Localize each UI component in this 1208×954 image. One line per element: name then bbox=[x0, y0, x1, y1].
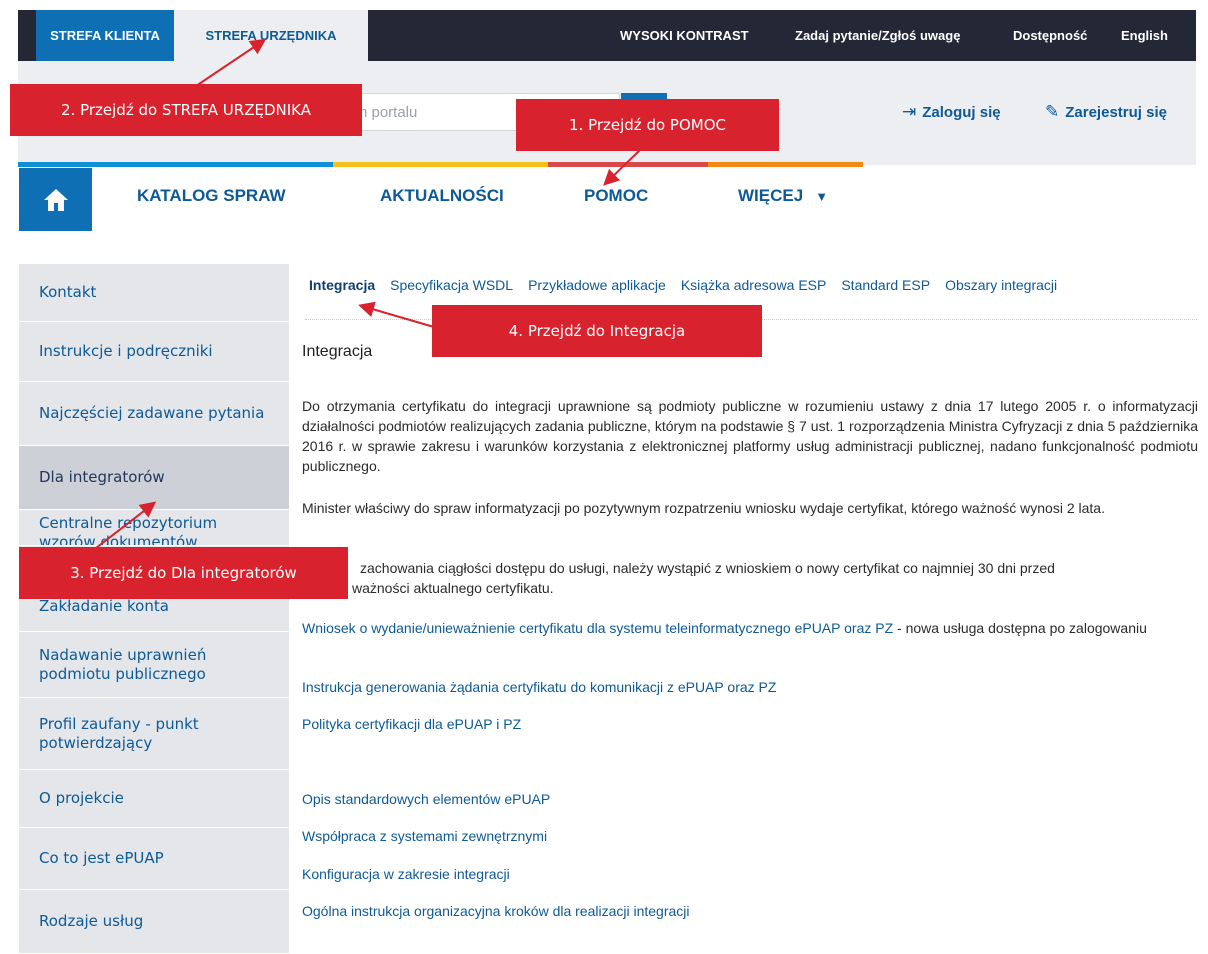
link-polityka-certyfikacji[interactable]: Polityka certyfikacji dla ePUAP i PZ bbox=[302, 714, 1198, 734]
color-stripe-blue bbox=[18, 162, 333, 167]
nav-katalog-spraw[interactable]: KATALOG SPRAW bbox=[137, 168, 286, 224]
sidebar-item-rodzaje-uslug[interactable]: Rodzaje usług bbox=[19, 890, 289, 954]
english-link[interactable]: English bbox=[1121, 10, 1168, 61]
sidebar-item-uprawnienia[interactable]: Nadawanie uprawnień podmiotu publicznego bbox=[19, 632, 289, 698]
register-link[interactable]: ✎ Zarejestruj się bbox=[1045, 98, 1167, 126]
link-wniosek-certyfikat[interactable]: Wniosek o wydanie/unieważnienie certyfik… bbox=[302, 618, 1198, 638]
sub-navigation: Integracja Specyfikacja WSDL Przykładowe a… bbox=[309, 277, 1072, 293]
home-icon bbox=[43, 188, 68, 211]
color-stripe-red bbox=[548, 162, 708, 167]
sidebar-item-repozytorium[interactable]: Centralne repozytorium wzorów dokumentów bbox=[19, 510, 289, 546]
sidebar-item-co-to-jest-epuap[interactable]: Co to jest ePUAP bbox=[19, 828, 289, 890]
paragraph-renewal-line1: zachowania ciągłości dostępu do usługi, … bbox=[360, 560, 1055, 576]
link-wniosek-label: Wniosek o wydanie/unieważnienie certyfik… bbox=[302, 620, 894, 636]
color-stripe-orange bbox=[708, 162, 863, 167]
sidebar-item-o-projekcie[interactable]: O projekcie bbox=[19, 770, 289, 828]
subnav-obszary-integracji[interactable]: Obszary integracji bbox=[945, 277, 1057, 293]
login-label: Zaloguj się bbox=[922, 104, 1001, 121]
annotation-step3: 3. Przejdź do Dla integratorów bbox=[19, 547, 348, 599]
nav-wiecej[interactable]: WIĘCEJ ▼ bbox=[738, 168, 828, 224]
page-title: Integracja bbox=[302, 343, 373, 360]
arrow-step4 bbox=[358, 301, 435, 328]
annotation-step2: 2. Przejdź do STREFA URZĘDNIKA bbox=[10, 84, 362, 136]
nav-pomoc[interactable]: POMOC bbox=[584, 168, 648, 224]
link-ogolna-instrukcja[interactable]: Ogólna instrukcja organizacyjna kroków d… bbox=[302, 901, 1198, 921]
login-link[interactable]: ⇥ Zaloguj się bbox=[902, 98, 1001, 126]
sidebar: Kontakt Instrukcje i podręczniki Najczęś… bbox=[19, 264, 289, 954]
nav-aktualnosci[interactable]: AKTUALNOŚCI bbox=[380, 168, 504, 224]
sidebar-item-faq[interactable]: Najczęściej zadawane pytania bbox=[19, 382, 289, 446]
sidebar-item-kontakt[interactable]: Kontakt bbox=[19, 264, 289, 322]
subnav-standard-esp[interactable]: Standard ESP bbox=[841, 277, 930, 293]
subnav-integracja[interactable]: Integracja bbox=[309, 277, 375, 293]
link-wspolpraca[interactable]: Współpraca z systemami zewnętrznymi bbox=[302, 826, 1198, 846]
login-icon: ⇥ bbox=[902, 102, 917, 121]
sidebar-item-dla-integratorow[interactable]: Dla integratorów bbox=[19, 446, 289, 510]
link-konfiguracja[interactable]: Konfiguracja w zakresie integracji bbox=[302, 864, 1198, 884]
tab-strefa-klienta[interactable]: STREFA KLIENTA bbox=[36, 10, 174, 61]
paragraph-renewal-line2: ważności aktualnego certyfikatu. bbox=[352, 580, 554, 596]
color-stripe-yellow bbox=[333, 162, 548, 167]
subnav-ksiazka-adresowa[interactable]: Książka adresowa ESP bbox=[681, 277, 827, 293]
high-contrast-link[interactable]: WYSOKI KONTRAST bbox=[620, 10, 749, 61]
top-bar: STREFA KLIENTA STREFA URZĘDNIKA WYSOKI K… bbox=[18, 10, 1196, 61]
annotation-step1: 1. Przejdź do POMOC bbox=[516, 99, 779, 151]
paragraph-eligibility: Do otrzymania certyfikatu do integracji … bbox=[302, 398, 1198, 474]
pencil-icon: ✎ bbox=[1045, 102, 1060, 121]
home-button[interactable] bbox=[19, 168, 92, 231]
ask-question-link[interactable]: Zadaj pytanie/Zgłoś uwagę bbox=[795, 10, 960, 61]
sidebar-item-profil-zaufany[interactable]: Profil zaufany - punkt potwierdzający bbox=[19, 698, 289, 770]
register-label: Zarejestruj się bbox=[1065, 104, 1167, 121]
link-opis-elementow[interactable]: Opis standardowych elementów ePUAP bbox=[302, 789, 1198, 809]
subnav-specyfikacja-wsdl[interactable]: Specyfikacja WSDL bbox=[390, 277, 513, 293]
chevron-down-icon: ▼ bbox=[815, 189, 829, 204]
accessibility-link[interactable]: Dostępność bbox=[1013, 10, 1087, 61]
subnav-przykladowe-aplikacje[interactable]: Przykładowe aplikacje bbox=[528, 277, 666, 293]
link-instrukcja-zadania[interactable]: Instrukcja generowania żądania certyfika… bbox=[302, 677, 1198, 697]
tab-strefa-urzednika[interactable]: STREFA URZĘDNIKA bbox=[174, 10, 368, 61]
sidebar-item-instrukcje[interactable]: Instrukcje i podręczniki bbox=[19, 322, 289, 382]
annotation-step4: 4. Przejdź do Integracja bbox=[432, 305, 762, 357]
link-wniosek-suffix: - nowa usługa dostępna po zalogowaniu bbox=[893, 620, 1147, 636]
nav-wiecej-label: WIĘCEJ bbox=[738, 186, 804, 205]
paragraph-validity: Minister właściwy do spraw informatyzacj… bbox=[302, 500, 1105, 516]
